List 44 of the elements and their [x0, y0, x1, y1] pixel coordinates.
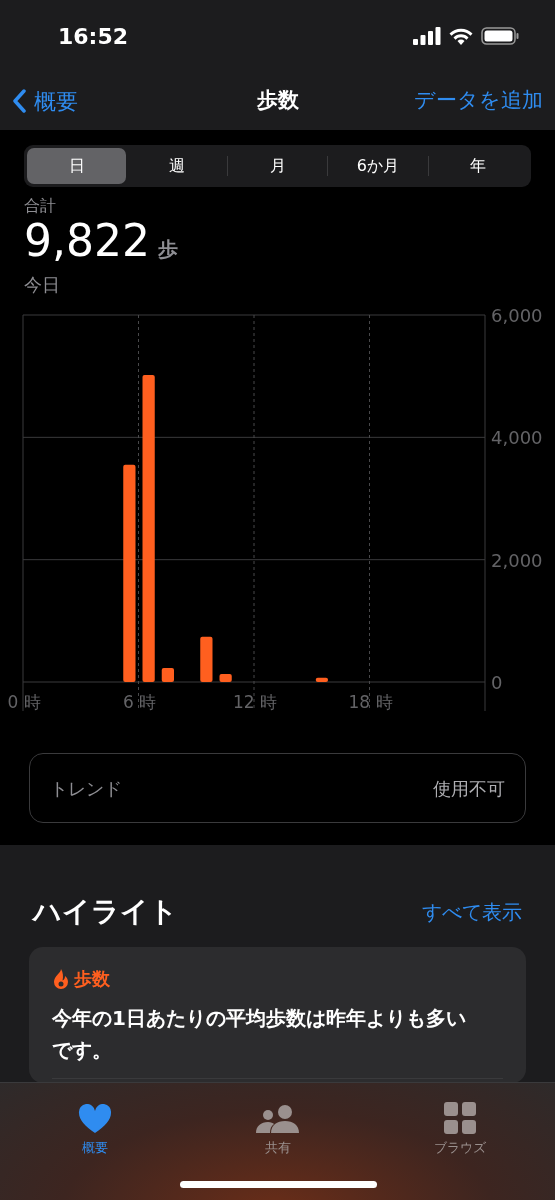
- unit-label: 歩: [157, 236, 178, 263]
- segment-tab[interactable]: 週: [127, 148, 227, 184]
- nav-title: 歩数: [256, 87, 299, 115]
- add-data-button[interactable]: データを追加: [414, 85, 543, 117]
- battery-icon: [481, 27, 519, 45]
- bar: [219, 674, 232, 682]
- chevron-left-icon: [12, 89, 26, 113]
- date-label: 今日: [24, 273, 61, 297]
- back-button[interactable]: 概要: [12, 84, 78, 118]
- trend-card[interactable]: トレンド 使用不可: [29, 753, 526, 823]
- x-axis-label: 0 時: [7, 692, 41, 712]
- section-title: ハイライト: [33, 894, 178, 930]
- bar: [315, 677, 328, 682]
- segment-tab[interactable]: 月: [227, 148, 328, 184]
- card-category: 歩数: [74, 967, 110, 991]
- tab-item[interactable]: 共有: [222, 1095, 333, 1157]
- segment-tab[interactable]: 日: [27, 148, 127, 184]
- trend-value: 使用不可: [433, 776, 505, 801]
- heart-icon: [78, 1103, 112, 1134]
- x-axis-label: 6 時: [122, 692, 157, 712]
- bar: [161, 667, 174, 682]
- segment-tab[interactable]: 年: [428, 148, 529, 184]
- x-axis-label: 18 時: [348, 692, 393, 712]
- grid-icon: [444, 1101, 476, 1134]
- total-label: 合計: [24, 195, 57, 217]
- highlight-text: 今年の1日あたりの平均歩数は昨年よりも多いです。: [52, 1005, 467, 1064]
- wifi-icon: [449, 27, 473, 45]
- highlight-card[interactable]: 歩数 今年の1日あたりの平均歩数は昨年よりも多いです。: [29, 947, 526, 1083]
- segment-tab[interactable]: 6か月: [328, 148, 428, 184]
- see-all-link[interactable]: すべて表示: [422, 897, 522, 927]
- y-axis-label: 6,000: [491, 305, 543, 326]
- tab-item[interactable]: 概要: [40, 1095, 150, 1157]
- status-time: 16:52: [58, 22, 129, 51]
- tab-item[interactable]: ブラウズ: [405, 1095, 515, 1157]
- x-axis-label: 12 時: [233, 692, 277, 712]
- bar: [200, 636, 213, 682]
- y-axis-label: 4,000: [491, 427, 543, 449]
- flame-icon: [52, 967, 70, 990]
- y-axis-label: 2,000: [491, 549, 543, 571]
- people-icon: [254, 1103, 301, 1134]
- y-axis-label: 0: [491, 672, 503, 693]
- signal-icon: [413, 27, 441, 45]
- total-value: 9,822: [24, 217, 150, 265]
- trend-label: トレンド: [50, 776, 122, 801]
